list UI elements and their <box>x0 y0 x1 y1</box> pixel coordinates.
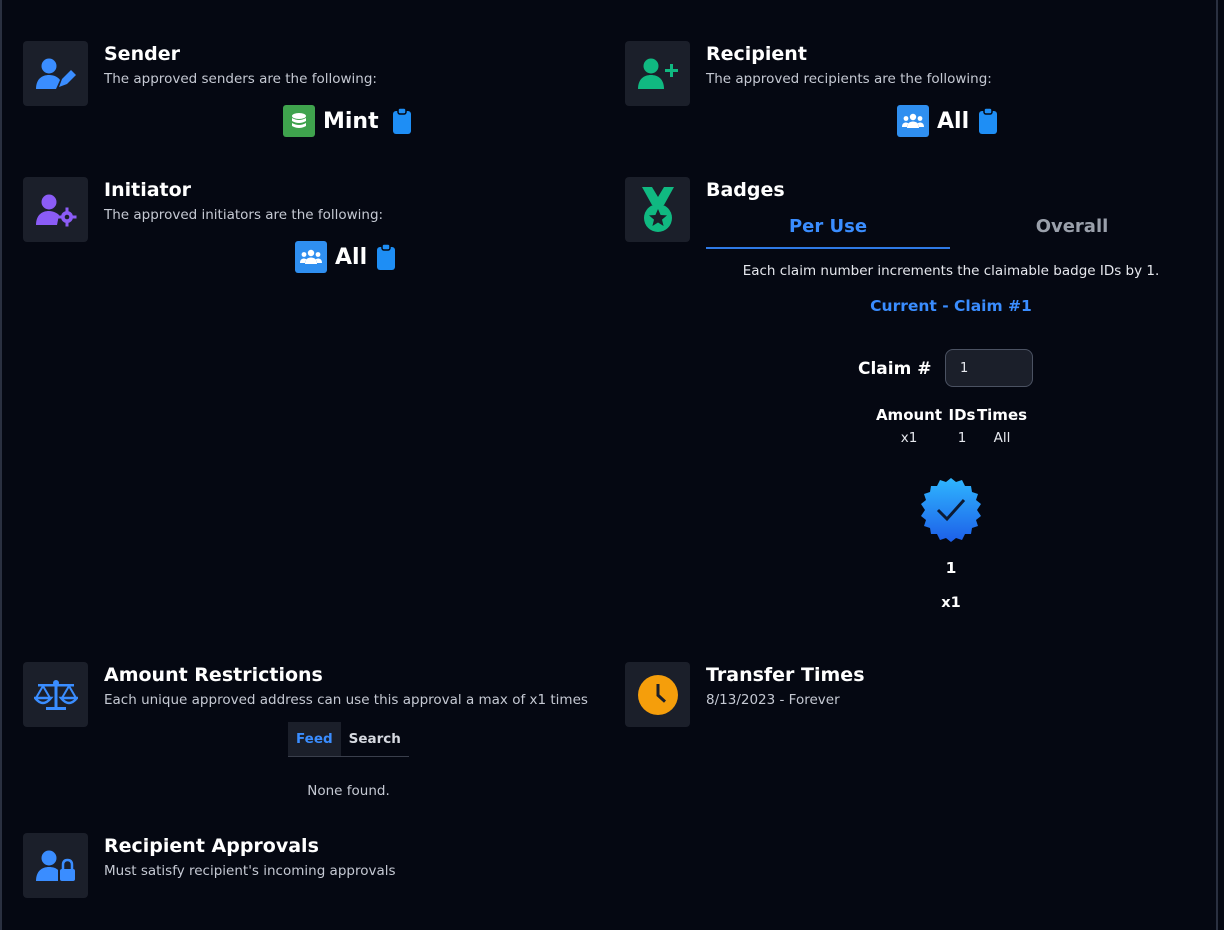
badge-amount-label: x1 <box>941 595 961 611</box>
clipboard-icon[interactable] <box>392 108 411 134</box>
transfer-times-icon-box <box>625 662 690 727</box>
claim-number-label: Claim # <box>858 359 932 379</box>
current-claim-link[interactable]: Current - Claim #1 <box>706 297 1196 315</box>
clock-icon <box>637 674 678 715</box>
tab-overall[interactable]: Overall <box>950 216 1194 249</box>
amount-restrictions-icon-box <box>23 662 88 727</box>
frame-border-left <box>0 0 2 930</box>
recipient-approvals-title: Recipient Approvals <box>104 835 319 857</box>
badges-title: Badges <box>706 179 785 201</box>
frame-border-right <box>1216 0 1218 930</box>
sender-chip-label: Mint <box>323 108 379 134</box>
badge-id-label: 1 <box>945 559 957 577</box>
badges-icon-box <box>625 177 690 242</box>
sender-description: The approved senders are the following: <box>104 71 377 87</box>
medal-icon <box>641 186 674 232</box>
amount-header: Amount <box>875 406 943 424</box>
increment-note: Each claim number increments the claimab… <box>742 263 1160 279</box>
transfer-times-title: Transfer Times <box>706 664 865 686</box>
initiator-chip-label: All <box>335 244 368 270</box>
initiator-icon-box <box>23 177 88 242</box>
scale-balance-icon <box>33 679 78 710</box>
amount-restrictions-title: Amount Restrictions <box>104 664 323 686</box>
verified-badge-icon[interactable] <box>918 477 984 543</box>
recipient-chip: All <box>897 105 998 137</box>
recipient-approvals-description: Must satisfy recipient's incoming approv… <box>104 863 396 879</box>
sender-title: Sender <box>104 43 180 65</box>
times-header: Times <box>976 406 1028 424</box>
recipient-title: Recipient <box>706 43 807 65</box>
transfer-times-range: 8/13/2023 - Forever <box>706 692 840 708</box>
recipient-approvals-icon-box <box>23 833 88 898</box>
sender-icon-box <box>23 41 88 106</box>
tab-search[interactable]: Search <box>341 722 409 756</box>
tab-per-use[interactable]: Per Use <box>706 216 950 249</box>
sender-chip: Mint <box>283 105 411 137</box>
initiator-chip: All <box>295 241 396 273</box>
badges-tabs: Per Use Overall <box>706 216 1194 249</box>
initiator-description: The approved initiators are the followin… <box>104 207 384 223</box>
none-found-text: None found. <box>307 783 390 799</box>
coins-icon <box>283 105 315 137</box>
recipient-icon-box <box>625 41 690 106</box>
user-lock-icon <box>35 850 75 881</box>
users-group-icon <box>295 241 327 273</box>
user-edit-icon <box>35 58 76 89</box>
tab-feed[interactable]: Feed <box>288 722 341 756</box>
initiator-title: Initiator <box>104 179 192 201</box>
user-plus-icon <box>637 58 678 89</box>
times-cell: All <box>993 430 1011 446</box>
user-gear-icon <box>35 194 76 226</box>
clipboard-icon[interactable] <box>377 244 396 270</box>
recipient-description: The approved recipients are the followin… <box>706 71 992 87</box>
users-group-icon <box>897 105 929 137</box>
recipient-chip-label: All <box>937 108 970 134</box>
amount-restrictions-tabs: Feed Search <box>288 722 409 757</box>
ids-cell: 1 <box>957 430 967 446</box>
amount-restrictions-description: Each unique approved address can use thi… <box>104 692 588 708</box>
claim-number-input[interactable] <box>945 349 1033 387</box>
ids-header: IDs <box>948 406 976 424</box>
clipboard-icon[interactable] <box>979 108 998 134</box>
amount-cell: x1 <box>900 430 918 446</box>
